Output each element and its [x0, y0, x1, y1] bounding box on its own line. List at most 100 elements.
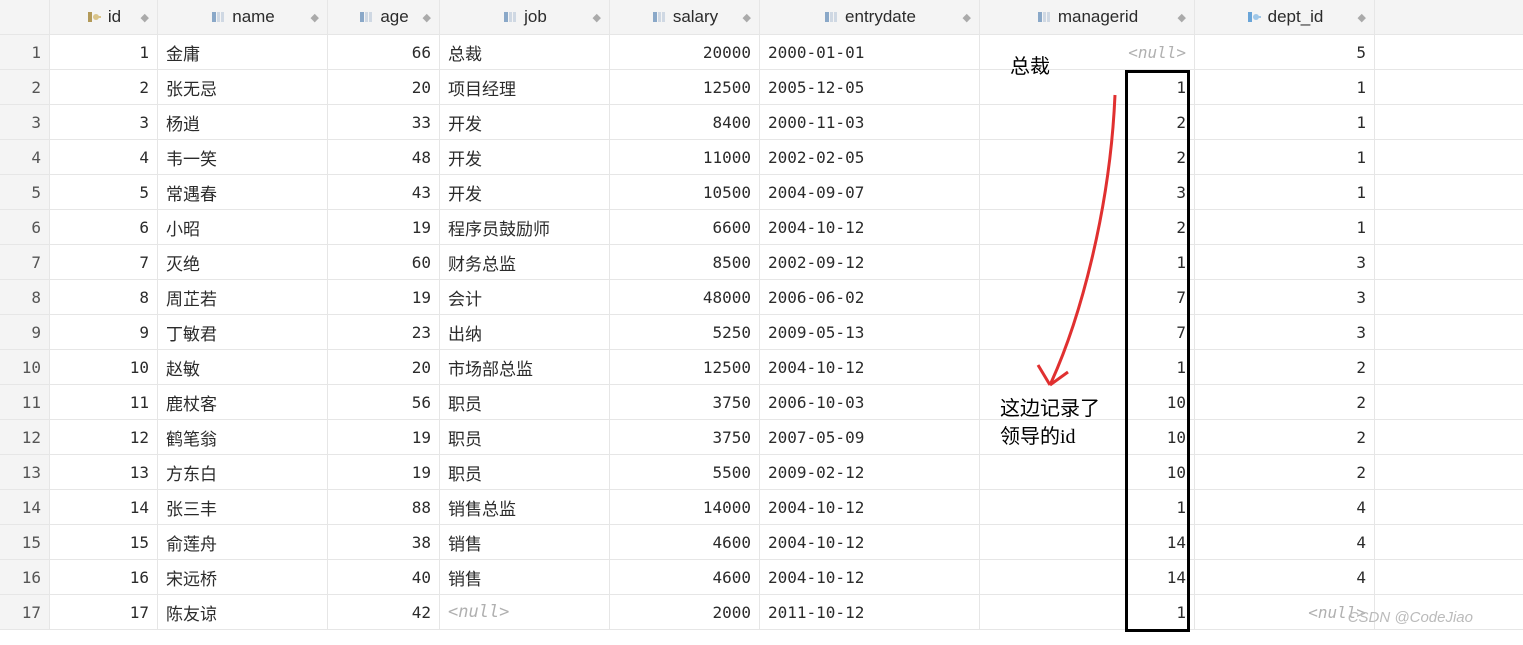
table-row[interactable]: 1616宋远桥40销售46002004-10-12144: [0, 560, 1523, 595]
cell-id[interactable]: 6: [50, 210, 158, 244]
cell-entrydate[interactable]: 2009-05-13: [760, 315, 980, 349]
table-row[interactable]: 1414张三丰88销售总监140002004-10-1214: [0, 490, 1523, 525]
cell-age[interactable]: 19: [328, 420, 440, 454]
cell-managerid[interactable]: 14: [980, 525, 1195, 559]
table-row[interactable]: 77灭绝60财务总监85002002-09-1213: [0, 245, 1523, 280]
cell-salary[interactable]: 48000: [610, 280, 760, 314]
cell-id[interactable]: 4: [50, 140, 158, 174]
table-row[interactable]: 11金庸66总裁200002000-01-01<null>5: [0, 35, 1523, 70]
table-row[interactable]: 1717陈友谅42<null>20002011-10-121<null>: [0, 595, 1523, 630]
cell-entrydate[interactable]: 2002-02-05: [760, 140, 980, 174]
cell-age[interactable]: 20: [328, 350, 440, 384]
cell-id[interactable]: 9: [50, 315, 158, 349]
cell-dept-id[interactable]: 4: [1195, 490, 1375, 524]
cell-dept-id[interactable]: 3: [1195, 315, 1375, 349]
sort-icon[interactable]: ◆: [963, 11, 971, 24]
cell-dept-id[interactable]: 2: [1195, 350, 1375, 384]
row-number[interactable]: 13: [0, 455, 50, 489]
cell-age[interactable]: 40: [328, 560, 440, 594]
sort-icon[interactable]: ◆: [311, 11, 319, 24]
cell-id[interactable]: 14: [50, 490, 158, 524]
cell-job[interactable]: 出纳: [440, 315, 610, 349]
cell-entrydate[interactable]: 2000-01-01: [760, 35, 980, 69]
table-row[interactable]: 99丁敏君23出纳52502009-05-1373: [0, 315, 1523, 350]
cell-name[interactable]: 常遇春: [158, 175, 328, 209]
cell-managerid[interactable]: 7: [980, 315, 1195, 349]
sort-icon[interactable]: ◆: [1178, 11, 1186, 24]
cell-id[interactable]: 8: [50, 280, 158, 314]
cell-dept-id[interactable]: 1: [1195, 140, 1375, 174]
cell-dept-id[interactable]: 2: [1195, 385, 1375, 419]
cell-entrydate[interactable]: 2007-05-09: [760, 420, 980, 454]
row-number[interactable]: 8: [0, 280, 50, 314]
cell-entrydate[interactable]: 2004-09-07: [760, 175, 980, 209]
cell-salary[interactable]: 3750: [610, 385, 760, 419]
cell-salary[interactable]: 10500: [610, 175, 760, 209]
sort-icon[interactable]: ◆: [141, 11, 149, 24]
cell-age[interactable]: 19: [328, 280, 440, 314]
cell-dept-id[interactable]: 2: [1195, 420, 1375, 454]
cell-job[interactable]: 职员: [440, 420, 610, 454]
cell-entrydate[interactable]: 2004-10-12: [760, 350, 980, 384]
row-number[interactable]: 6: [0, 210, 50, 244]
cell-name[interactable]: 赵敏: [158, 350, 328, 384]
column-header-dept-id[interactable]: dept_id ◆: [1195, 0, 1375, 34]
cell-salary[interactable]: 12500: [610, 70, 760, 104]
row-number[interactable]: 7: [0, 245, 50, 279]
cell-salary[interactable]: 20000: [610, 35, 760, 69]
cell-name[interactable]: 俞莲舟: [158, 525, 328, 559]
cell-job[interactable]: 财务总监: [440, 245, 610, 279]
cell-age[interactable]: 48: [328, 140, 440, 174]
cell-age[interactable]: 19: [328, 455, 440, 489]
row-number[interactable]: 17: [0, 595, 50, 629]
cell-name[interactable]: 韦一笑: [158, 140, 328, 174]
cell-id[interactable]: 15: [50, 525, 158, 559]
cell-name[interactable]: 鹿杖客: [158, 385, 328, 419]
cell-entrydate[interactable]: 2002-09-12: [760, 245, 980, 279]
cell-salary[interactable]: 8400: [610, 105, 760, 139]
cell-job[interactable]: 职员: [440, 455, 610, 489]
row-number[interactable]: 15: [0, 525, 50, 559]
cell-salary[interactable]: 8500: [610, 245, 760, 279]
cell-age[interactable]: 88: [328, 490, 440, 524]
cell-age[interactable]: 23: [328, 315, 440, 349]
cell-job[interactable]: 程序员鼓励师: [440, 210, 610, 244]
cell-managerid[interactable]: 14: [980, 560, 1195, 594]
cell-dept-id[interactable]: 1: [1195, 105, 1375, 139]
cell-entrydate[interactable]: 2005-12-05: [760, 70, 980, 104]
cell-managerid[interactable]: 1: [980, 350, 1195, 384]
cell-age[interactable]: 43: [328, 175, 440, 209]
cell-id[interactable]: 5: [50, 175, 158, 209]
cell-dept-id[interactable]: 4: [1195, 560, 1375, 594]
table-row[interactable]: 1515俞莲舟38销售46002004-10-12144: [0, 525, 1523, 560]
cell-managerid[interactable]: 10: [980, 385, 1195, 419]
table-row[interactable]: 1212鹤笔翁19职员37502007-05-09102: [0, 420, 1523, 455]
cell-managerid[interactable]: 7: [980, 280, 1195, 314]
row-number[interactable]: 16: [0, 560, 50, 594]
column-header-job[interactable]: job ◆: [440, 0, 610, 34]
cell-name[interactable]: 鹤笔翁: [158, 420, 328, 454]
column-header-managerid[interactable]: managerid ◆: [980, 0, 1195, 34]
cell-id[interactable]: 13: [50, 455, 158, 489]
cell-salary[interactable]: 12500: [610, 350, 760, 384]
row-number[interactable]: 11: [0, 385, 50, 419]
cell-job[interactable]: 开发: [440, 140, 610, 174]
table-row[interactable]: 1111鹿杖客56职员37502006-10-03102: [0, 385, 1523, 420]
cell-salary[interactable]: 3750: [610, 420, 760, 454]
cell-salary[interactable]: 5500: [610, 455, 760, 489]
table-row[interactable]: 55常遇春43开发105002004-09-0731: [0, 175, 1523, 210]
sort-icon[interactable]: ◆: [743, 11, 751, 24]
cell-job[interactable]: 总裁: [440, 35, 610, 69]
cell-name[interactable]: 金庸: [158, 35, 328, 69]
row-number[interactable]: 1: [0, 35, 50, 69]
cell-managerid[interactable]: 10: [980, 420, 1195, 454]
cell-job[interactable]: 职员: [440, 385, 610, 419]
cell-job[interactable]: 项目经理: [440, 70, 610, 104]
cell-id[interactable]: 17: [50, 595, 158, 629]
column-header-age[interactable]: age ◆: [328, 0, 440, 34]
cell-id[interactable]: 12: [50, 420, 158, 454]
cell-managerid[interactable]: 2: [980, 210, 1195, 244]
cell-name[interactable]: 方东白: [158, 455, 328, 489]
table-row[interactable]: 22张无忌20项目经理125002005-12-0511: [0, 70, 1523, 105]
cell-id[interactable]: 10: [50, 350, 158, 384]
